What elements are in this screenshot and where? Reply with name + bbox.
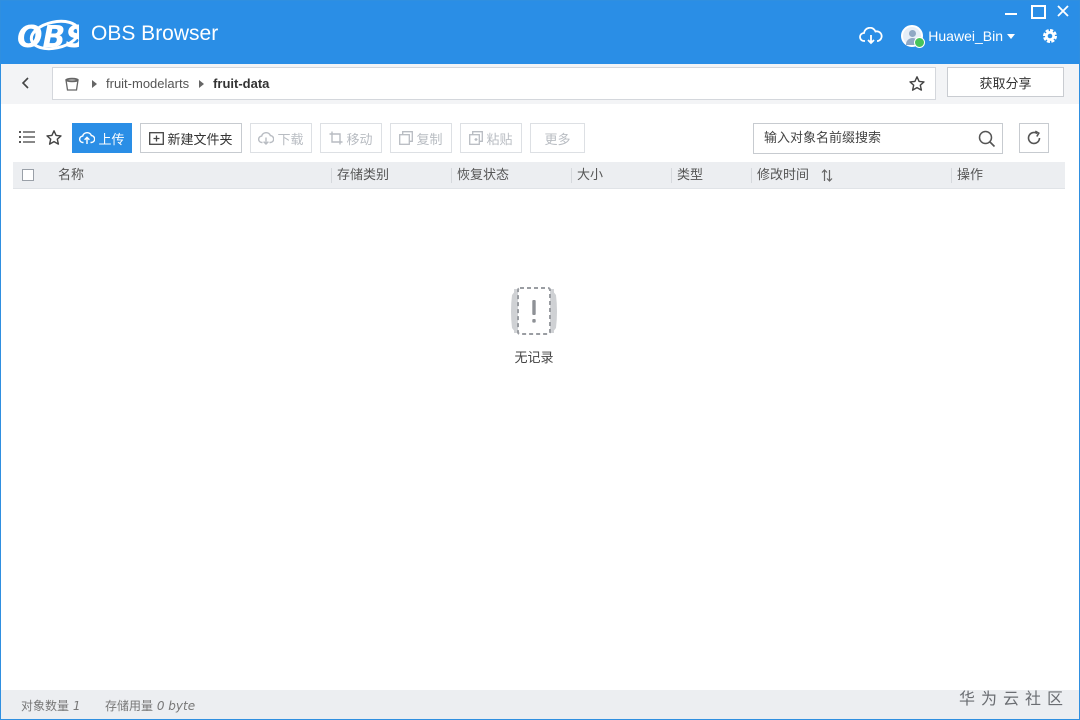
toolbar: 上传 新建文件夹 下载 移动 复制 粘贴 更多 输入对象名前缀搜索 <box>1 104 1079 162</box>
column-actions: 操作 <box>951 162 1065 189</box>
more-button[interactable]: 更多 <box>530 123 585 153</box>
object-count-value: 1 <box>72 699 81 713</box>
object-count-label: 对象数量 <box>21 699 70 713</box>
copy-icon <box>399 131 414 145</box>
paste-icon <box>469 131 484 145</box>
chevron-down-icon[interactable] <box>1007 33 1015 39</box>
close-icon <box>1057 5 1069 17</box>
upload-label: 上传 <box>98 132 125 148</box>
search-input[interactable] <box>754 124 972 153</box>
app-title: OBS Browser <box>91 22 219 45</box>
column-modified-time[interactable]: 修改时间 <box>757 168 809 183</box>
back-button[interactable] <box>15 72 37 94</box>
watermark: 华为云社区 <box>958 689 1069 708</box>
column-modified-time-wrap: 修改时间 <box>751 162 951 189</box>
column-name[interactable]: 名称 <box>52 162 331 189</box>
path-box[interactable]: fruit-modelarts fruit-data <box>52 67 936 100</box>
maximize-button[interactable] <box>1029 3 1046 19</box>
address-bar: fruit-modelarts fruit-data 获取分享 <box>1 64 1079 104</box>
app-logo: OBS OBS Browser <box>15 14 218 54</box>
more-label: 更多 <box>544 132 571 148</box>
sort-icon[interactable] <box>821 169 833 182</box>
empty-state: 无记录 <box>481 285 587 366</box>
upload-button[interactable]: 上传 <box>72 123 132 153</box>
new-folder-button[interactable]: 新建文件夹 <box>140 123 242 153</box>
copy-label: 复制 <box>416 132 443 148</box>
close-button[interactable] <box>1055 3 1071 19</box>
storage-usage: 存储用量 0 byte <box>105 697 195 714</box>
refresh-icon <box>1027 130 1041 145</box>
paste-label: 粘贴 <box>486 132 513 148</box>
paste-button[interactable]: 粘贴 <box>460 123 522 153</box>
list-view-icon[interactable] <box>19 130 35 144</box>
status-bar: 对象数量 1 存储用量 0 byte 华为云社区 <box>1 689 1079 719</box>
breadcrumb-bucket[interactable]: fruit-modelarts <box>106 76 189 91</box>
copy-button[interactable]: 复制 <box>390 123 452 153</box>
search-icon[interactable] <box>978 130 996 148</box>
star-icon[interactable] <box>908 75 926 93</box>
breadcrumb-separator-icon <box>199 79 205 88</box>
empty-state-text: 无记录 <box>514 351 554 366</box>
username[interactable]: Huawei_Bin <box>928 28 1003 44</box>
move-button[interactable]: 移动 <box>320 123 382 153</box>
select-all-checkbox[interactable] <box>22 169 34 181</box>
app-window: OBS OBS Browser Huawei_Bin <box>0 0 1080 720</box>
refresh-button[interactable] <box>1019 123 1049 153</box>
cloud-sync-icon[interactable] <box>859 27 883 45</box>
obs-logo-icon: OBS <box>17 19 79 54</box>
column-restore-status[interactable]: 恢复状态 <box>451 162 571 189</box>
minimize-button[interactable] <box>1003 3 1019 19</box>
new-folder-label: 新建文件夹 <box>167 132 233 148</box>
column-storage-class[interactable]: 存储类别 <box>331 162 451 189</box>
upload-icon <box>79 132 96 144</box>
move-label: 移动 <box>346 132 373 148</box>
breadcrumb-current-folder[interactable]: fruit-data <box>213 76 269 91</box>
bucket-icon <box>65 77 79 91</box>
favorites-star-icon[interactable] <box>45 129 63 147</box>
download-label: 下载 <box>277 132 304 148</box>
search-box <box>753 123 1003 154</box>
download-icon <box>258 132 275 145</box>
get-share-button[interactable]: 获取分享 <box>947 67 1064 97</box>
avatar[interactable] <box>901 25 926 48</box>
gear-icon[interactable] <box>1041 27 1059 45</box>
new-folder-icon <box>149 131 165 145</box>
table-header: 名称 存储类别 恢复状态 大小 类型 修改时间 操作 <box>13 162 1065 189</box>
column-type[interactable]: 类型 <box>671 162 751 189</box>
breadcrumb-separator-icon <box>92 79 97 88</box>
window-controls <box>1003 3 1071 19</box>
title-bar: OBS OBS Browser Huawei_Bin <box>1 1 1079 64</box>
back-arrow-icon <box>21 77 29 89</box>
storage-usage-value: 0 byte <box>156 699 196 713</box>
object-count: 对象数量 1 <box>21 697 80 714</box>
download-button[interactable]: 下载 <box>250 123 312 153</box>
column-size[interactable]: 大小 <box>571 162 671 189</box>
move-icon <box>329 131 343 145</box>
title-right-group: Huawei_Bin <box>859 25 1059 48</box>
logo-text: OBS <box>17 20 79 54</box>
empty-record-icon <box>511 287 557 335</box>
storage-usage-label: 存储用量 <box>105 699 154 713</box>
